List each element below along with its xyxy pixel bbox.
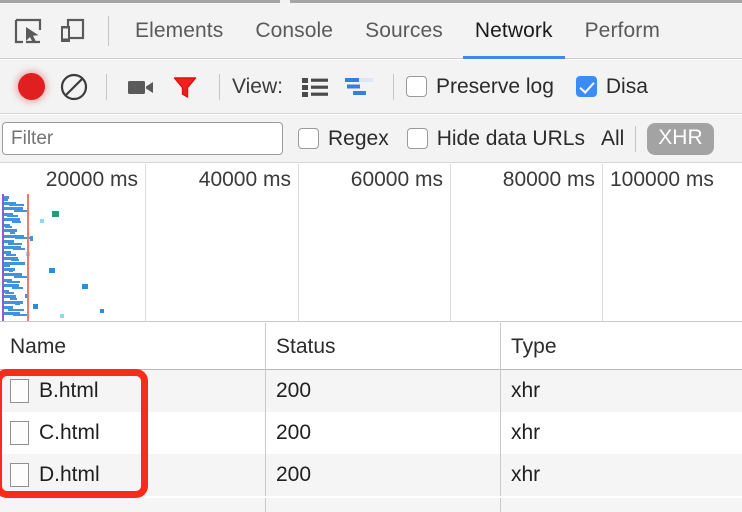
cell-type: xhr <box>511 421 541 444</box>
clear-icon <box>60 73 88 100</box>
cell-name: D.html <box>0 454 265 496</box>
column-divider[interactable] <box>265 323 266 370</box>
column-divider <box>265 370 266 412</box>
hide-data-urls-label: Hide data URLs <box>436 126 585 150</box>
device-toolbar-icon <box>61 18 85 42</box>
request-name: D.html <box>39 463 100 486</box>
column-divider <box>265 412 266 454</box>
tab-elements[interactable]: Elements <box>119 3 239 59</box>
ruler-label: 60000 ms <box>350 168 443 191</box>
table-empty-area <box>0 498 742 512</box>
ruler-tick <box>145 164 146 321</box>
cell-name: C.html <box>0 412 265 454</box>
filter-input[interactable] <box>2 122 283 155</box>
column-header-status[interactable]: Status <box>266 323 500 370</box>
document-icon <box>10 421 29 445</box>
ruler-tick <box>450 164 451 321</box>
network-controls-toolbar: View: Preserve log Disa <box>0 60 742 114</box>
type-filter-all[interactable]: All <box>601 127 624 151</box>
inspect-element-button[interactable] <box>6 9 50 53</box>
disable-cache-label: Disa <box>605 74 648 98</box>
tab-label: Console <box>255 18 334 42</box>
column-header-type[interactable]: Type <box>501 323 742 370</box>
tab-label: Elements <box>135 18 224 42</box>
toolbar-divider-3 <box>392 73 394 100</box>
column-divider <box>500 454 501 496</box>
camera-icon <box>128 80 153 94</box>
cell-status: 200 <box>276 379 312 402</box>
ruler-label: 80000 ms <box>502 168 595 191</box>
column-divider <box>265 454 266 496</box>
load-event-line <box>27 194 29 321</box>
record-icon <box>17 73 45 100</box>
tab-console[interactable]: Console <box>239 3 349 59</box>
cell-status: 200 <box>276 463 312 486</box>
cell-status: 200 <box>276 421 312 444</box>
tabstrip-divider <box>108 15 109 46</box>
waterfall-view-button[interactable] <box>337 75 381 99</box>
ruler-tick <box>298 164 299 321</box>
cell-name: B.html <box>0 370 265 412</box>
tab-label: Perform <box>584 18 660 42</box>
requests-table: Name Status Type B.html 200 xhr C.html 2… <box>0 323 742 512</box>
ruler-tick <box>602 164 603 321</box>
view-label: View: <box>232 74 283 98</box>
devtools-tab-strip: Elements Console Sources Network Perform <box>0 3 742 59</box>
filter-button[interactable] <box>163 73 207 101</box>
cell-type: xhr <box>511 379 541 402</box>
clear-button[interactable] <box>54 72 94 102</box>
ruler-label: 40000 ms <box>198 168 291 191</box>
dcl-event-line <box>2 194 4 321</box>
table-row[interactable]: D.html 200 xhr <box>0 454 742 496</box>
cell-type: xhr <box>511 463 541 486</box>
request-name: C.html <box>39 421 100 444</box>
tab-label: Sources <box>365 18 443 42</box>
record-button[interactable] <box>8 73 54 100</box>
ruler-label: 100000 ms <box>610 168 714 191</box>
inspect-element-icon <box>14 18 42 43</box>
column-divider <box>500 498 501 512</box>
preserve-log-label: Preserve log <box>435 74 554 98</box>
tab-sources[interactable]: Sources <box>349 3 459 59</box>
list-view-button[interactable] <box>293 75 337 99</box>
filterbar-divider <box>635 125 637 152</box>
regex-checkbox[interactable]: Regex <box>298 127 389 151</box>
device-toolbar-button[interactable] <box>50 9 94 53</box>
devtools-network-panel: Elements Console Sources Network Perform <box>0 0 742 512</box>
waterfall-view-icon <box>344 77 373 95</box>
document-icon <box>10 379 29 403</box>
checkbox-box <box>406 128 428 149</box>
checkbox-box <box>405 76 427 97</box>
type-filter-xhr[interactable]: XHR <box>647 122 714 155</box>
request-name: B.html <box>39 379 99 402</box>
column-divider <box>265 498 266 512</box>
regex-label: Regex <box>328 126 389 150</box>
table-row[interactable]: C.html 200 xhr <box>0 412 742 454</box>
table-header-row: Name Status Type <box>0 323 742 370</box>
toolbar-divider-1 <box>106 73 107 100</box>
checkbox-box <box>298 128 319 149</box>
network-filter-bar: Regex Hide data URLs All XHR <box>0 115 742 163</box>
table-row[interactable]: B.html 200 xhr <box>0 370 742 412</box>
ruler-label: 20000 ms <box>45 168 138 191</box>
tab-network[interactable]: Network <box>459 3 569 59</box>
column-divider[interactable] <box>500 323 501 370</box>
checkbox-box-checked <box>575 76 597 97</box>
filter-funnel-icon <box>173 76 197 98</box>
document-icon <box>10 463 29 487</box>
column-header-name[interactable]: Name <box>0 323 265 370</box>
hide-data-urls-checkbox[interactable]: Hide data URLs <box>406 126 585 151</box>
capture-screenshots-button[interactable] <box>119 75 163 99</box>
list-view-icon <box>301 77 328 97</box>
toolbar-divider-2 <box>219 73 220 100</box>
tab-label: Network <box>474 18 553 42</box>
preserve-log-checkbox[interactable]: Preserve log <box>405 74 554 99</box>
tab-performance[interactable]: Perform <box>569 3 676 59</box>
column-divider <box>500 370 501 412</box>
network-overview-timeline[interactable]: 20000 ms 40000 ms 60000 ms 80000 ms 1000… <box>0 164 742 322</box>
disable-cache-checkbox[interactable]: Disa <box>575 74 648 99</box>
column-divider <box>500 412 501 454</box>
